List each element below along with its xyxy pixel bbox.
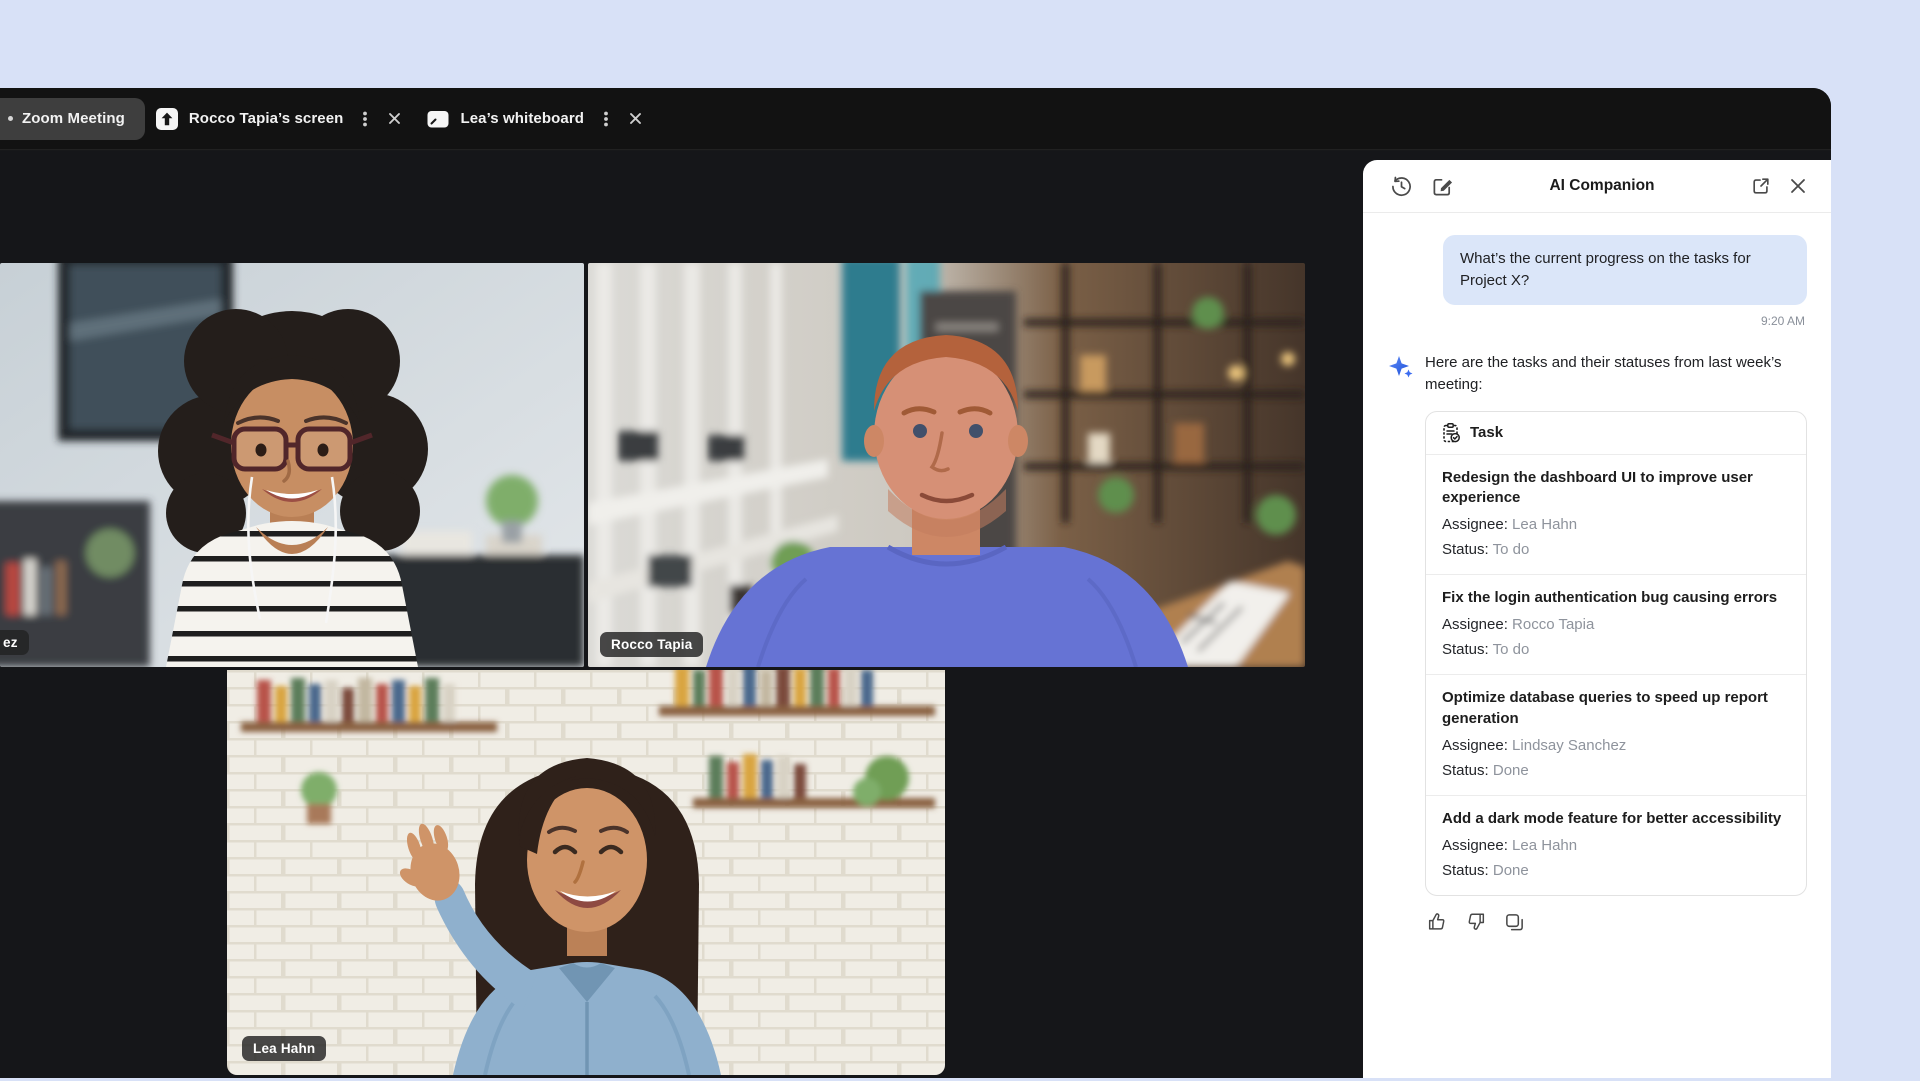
tab-lea-whiteboard[interactable]: Lea’s whiteboard xyxy=(416,98,594,140)
task-assignee: Assignee: Lea Hahn xyxy=(1442,837,1790,855)
tab-zoom-meeting-label: Zoom Meeting xyxy=(22,110,125,127)
tab-zoom-meeting[interactable]: Zoom Meeting xyxy=(0,98,145,140)
task-assignee: Assignee: Rocco Tapia xyxy=(1442,616,1790,634)
meeting-camera-icon xyxy=(8,116,13,121)
response-feedback-bar xyxy=(1425,911,1807,933)
task-card-header: Task xyxy=(1426,412,1806,455)
task-status: Status: Done xyxy=(1442,862,1790,880)
lea-video-feed xyxy=(227,670,945,1075)
task-status: Status: Done xyxy=(1442,762,1790,780)
whiteboard-icon xyxy=(426,107,450,131)
tab-rocco-screen-label: Rocco Tapia’s screen xyxy=(189,110,344,127)
task-card: Task Redesign the dashboard UI to improv… xyxy=(1425,411,1807,897)
task-title: Fix the login authentication bug causing… xyxy=(1442,588,1790,608)
ai-companion-header: AI Companion xyxy=(1363,160,1831,213)
more-options-icon[interactable] xyxy=(598,110,614,128)
ai-response-text: Here are the tasks and their statuses fr… xyxy=(1425,352,1807,397)
history-icon[interactable] xyxy=(1391,176,1412,197)
name-tag: Lea Hahn xyxy=(242,1036,326,1061)
task-row: Fix the login authentication bug causing… xyxy=(1426,575,1806,675)
copy-icon[interactable] xyxy=(1504,912,1525,933)
video-tile-rocco[interactable]: Rocco Tapia xyxy=(588,263,1305,667)
close-tab-icon[interactable] xyxy=(628,111,643,126)
open-external-icon[interactable] xyxy=(1751,176,1771,196)
video-tile-lindsay[interactable]: ez xyxy=(0,263,584,667)
ai-sparkle-icon xyxy=(1387,354,1414,381)
name-tag: Rocco Tapia xyxy=(600,632,703,657)
close-icon[interactable] xyxy=(1789,177,1807,195)
task-row: Optimize database queries to speed up re… xyxy=(1426,675,1806,796)
message-timestamp: 9:20 AM xyxy=(1387,314,1807,328)
panel-title: AI Companion xyxy=(1453,177,1751,195)
task-clipboard-icon xyxy=(1442,423,1461,443)
task-row: Add a dark mode feature for better acces… xyxy=(1426,796,1806,895)
thumbs-up-icon[interactable] xyxy=(1426,911,1448,933)
share-screen-icon xyxy=(155,107,179,131)
task-assignee: Assignee: Lindsay Sanchez xyxy=(1442,737,1790,755)
tab-rocco-screen[interactable]: Rocco Tapia’s screen xyxy=(145,98,354,140)
name-tag: ez xyxy=(0,630,29,655)
user-message-bubble: What’s the current progress on the tasks… xyxy=(1443,235,1807,305)
task-card-title: Task xyxy=(1470,424,1503,441)
lindsay-figure xyxy=(158,309,428,667)
task-row: Redesign the dashboard UI to improve use… xyxy=(1426,455,1806,576)
tab-lea-whiteboard-label: Lea’s whiteboard xyxy=(460,110,584,127)
task-title: Optimize database queries to speed up re… xyxy=(1442,688,1790,729)
thumbs-down-icon[interactable] xyxy=(1465,911,1487,933)
rocco-video-feed xyxy=(588,263,1305,667)
new-chat-icon[interactable] xyxy=(1432,176,1453,197)
video-tile-lea[interactable]: Lea Hahn xyxy=(227,670,945,1075)
ai-response: Here are the tasks and their statuses fr… xyxy=(1387,352,1807,934)
lindsay-video-feed xyxy=(0,263,584,667)
task-assignee: Assignee: Lea Hahn xyxy=(1442,516,1790,534)
close-tab-icon[interactable] xyxy=(387,111,402,126)
ai-companion-panel: AI Companion What’s the current progress… xyxy=(1363,160,1831,1078)
more-options-icon[interactable] xyxy=(357,110,373,128)
task-title: Redesign the dashboard UI to improve use… xyxy=(1442,468,1790,509)
task-status: Status: To do xyxy=(1442,541,1790,559)
ai-chat-area: What’s the current progress on the tasks… xyxy=(1363,213,1831,1078)
task-title: Add a dark mode feature for better acces… xyxy=(1442,809,1790,829)
meeting-tab-bar: Zoom Meeting Rocco Tapia’s screen Lea’s … xyxy=(0,88,1831,150)
task-status: Status: To do xyxy=(1442,641,1790,659)
